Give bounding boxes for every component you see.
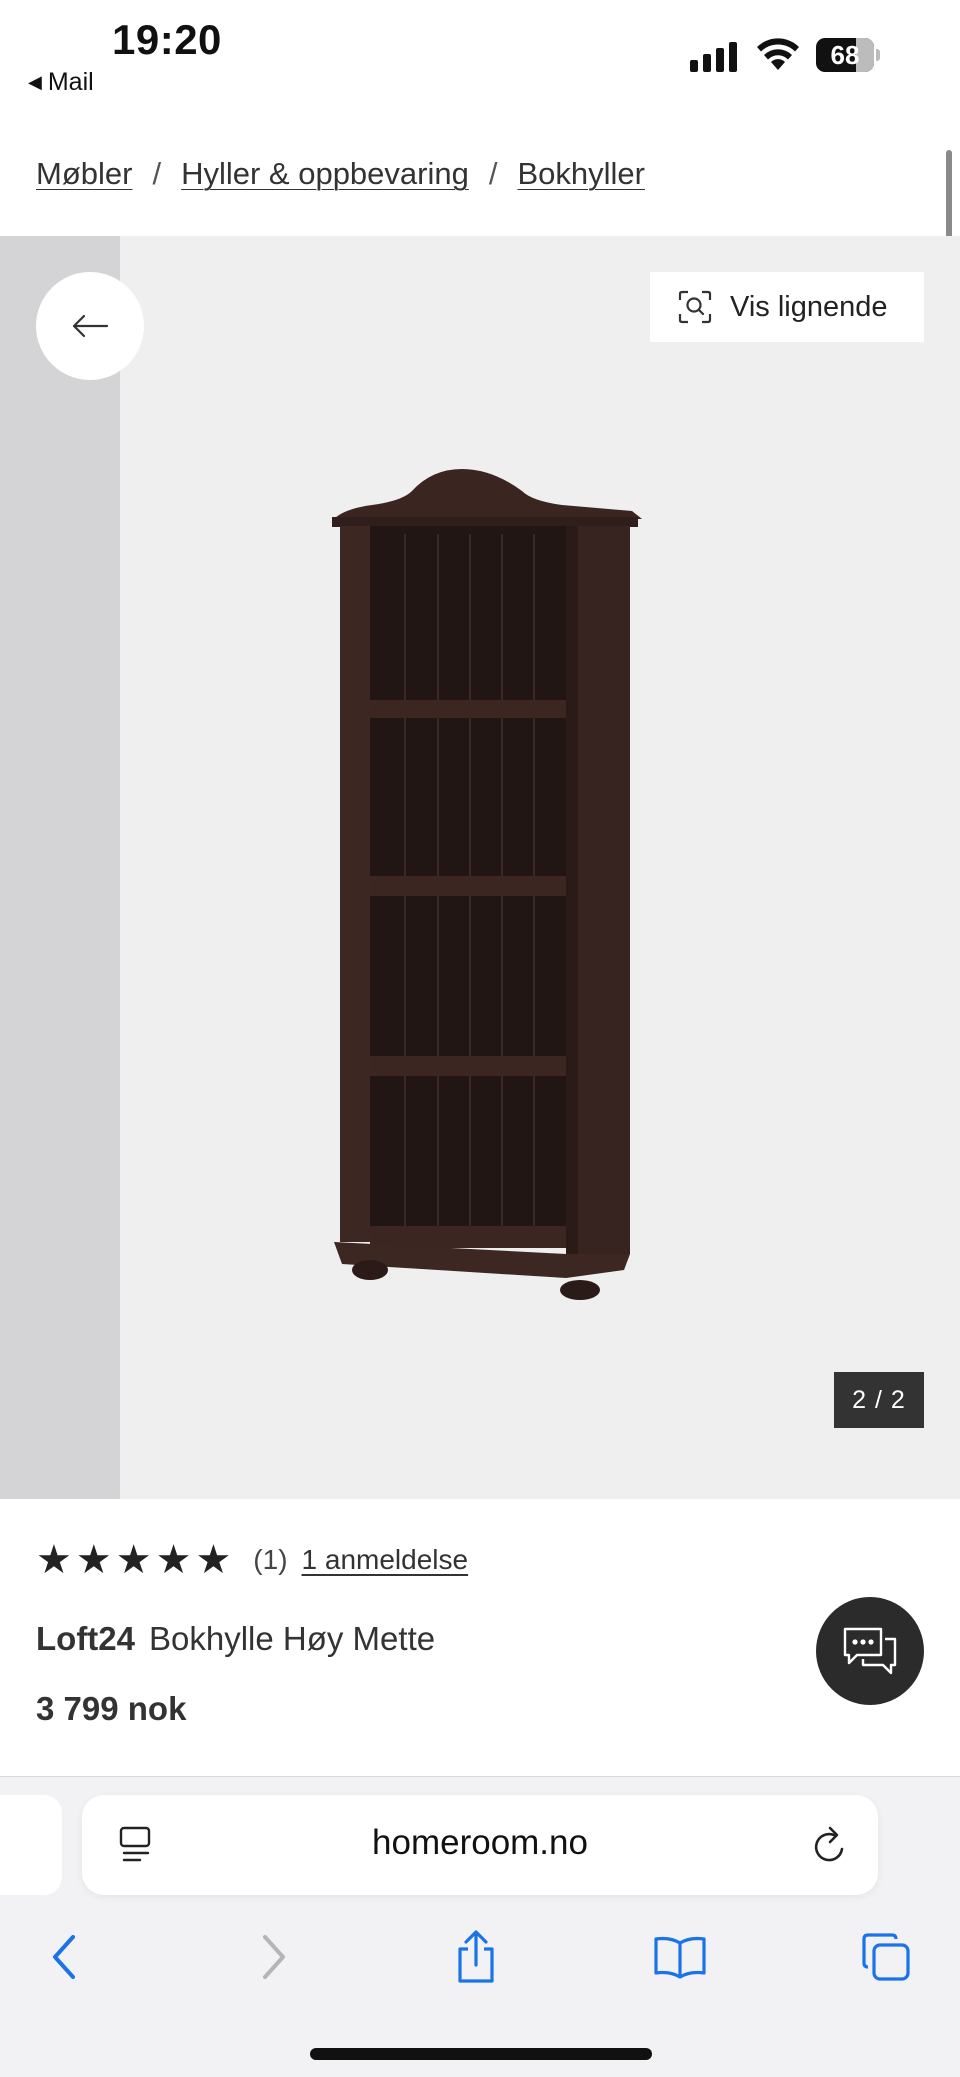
breadcrumb-separator: / [488, 156, 498, 191]
chevron-right-icon [263, 1935, 285, 1979]
nav-back-button[interactable] [34, 1927, 94, 1987]
nav-forward-button[interactable] [244, 1927, 304, 1987]
url-text[interactable]: homeroom.no [82, 1823, 878, 1863]
breadcrumb-link-bokhyller[interactable]: Bokhyller [517, 156, 645, 192]
wifi-icon [757, 38, 799, 70]
chevron-left-icon [53, 1935, 75, 1979]
battery-level: 68 [830, 40, 860, 70]
share-button[interactable] [446, 1927, 506, 1987]
breadcrumb-link-hyller[interactable]: Hyller & oppbevaring [181, 156, 469, 192]
show-similar-button[interactable]: Vis lignende [650, 272, 924, 342]
status-bar: 19:20 ◀ Mail 68 [0, 0, 960, 122]
bookmarks-button[interactable] [650, 1927, 710, 1987]
product-title: Loft24 Bokhylle Høy Mette [36, 1620, 435, 1658]
chat-icon [843, 1627, 897, 1675]
rating-stars: ★ ★ ★ ★ ★ [36, 1540, 231, 1580]
arrow-left-icon [72, 314, 109, 338]
visual-search-icon [678, 290, 712, 324]
star-icon: ★ [195, 1538, 232, 1582]
bookshelf-image [332, 469, 642, 1300]
show-similar-label: Vis lignende [730, 290, 888, 323]
product-name: Bokhylle Høy Mette [149, 1620, 436, 1657]
cellular-signal-icon [690, 40, 737, 72]
image-counter: 2 / 2 [834, 1372, 924, 1428]
star-icon: ★ [75, 1538, 112, 1582]
back-triangle-icon: ◀ [28, 72, 42, 92]
previous-image-peek[interactable] [0, 236, 120, 1499]
product-brand[interactable]: Loft24 [36, 1620, 135, 1657]
browser-toolbar [0, 1927, 960, 2007]
breadcrumb: Møbler / Hyller & oppbevaring / Bokhylle… [36, 156, 645, 192]
status-time: 19:20 [112, 16, 222, 63]
share-icon [458, 1930, 494, 1983]
browser-chrome: homeroom.no [0, 1776, 960, 2077]
back-button[interactable] [36, 272, 144, 380]
battery-icon: 68 [816, 38, 880, 72]
book-icon [654, 1936, 706, 1979]
star-icon: ★ [36, 1538, 72, 1582]
home-indicator[interactable] [310, 2048, 652, 2060]
product-gallery[interactable]: Vis lignende 2 / 2 [0, 236, 960, 1499]
address-bar[interactable]: homeroom.no [82, 1795, 878, 1895]
previous-tab-peek[interactable] [0, 1795, 62, 1895]
breadcrumb-link-mobler[interactable]: Møbler [36, 156, 132, 192]
back-app-label: Mail [47, 68, 94, 96]
tabs-icon [862, 1933, 910, 1981]
star-icon: ★ [155, 1538, 192, 1582]
reviews-link[interactable]: 1 anmeldelse [302, 1544, 469, 1576]
back-to-app[interactable]: ◀ Mail [28, 68, 94, 97]
chat-button[interactable] [816, 1597, 924, 1705]
star-icon: ★ [115, 1538, 152, 1582]
product-price: 3 799 nok [36, 1690, 187, 1727]
rating-row: ★ ★ ★ ★ ★ (1) 1 anmeldelse [36, 1540, 468, 1580]
rating-count: (1) [253, 1544, 288, 1575]
tabs-button[interactable] [856, 1927, 916, 1987]
reload-icon[interactable] [810, 1823, 850, 1867]
breadcrumb-separator: / [152, 156, 162, 191]
